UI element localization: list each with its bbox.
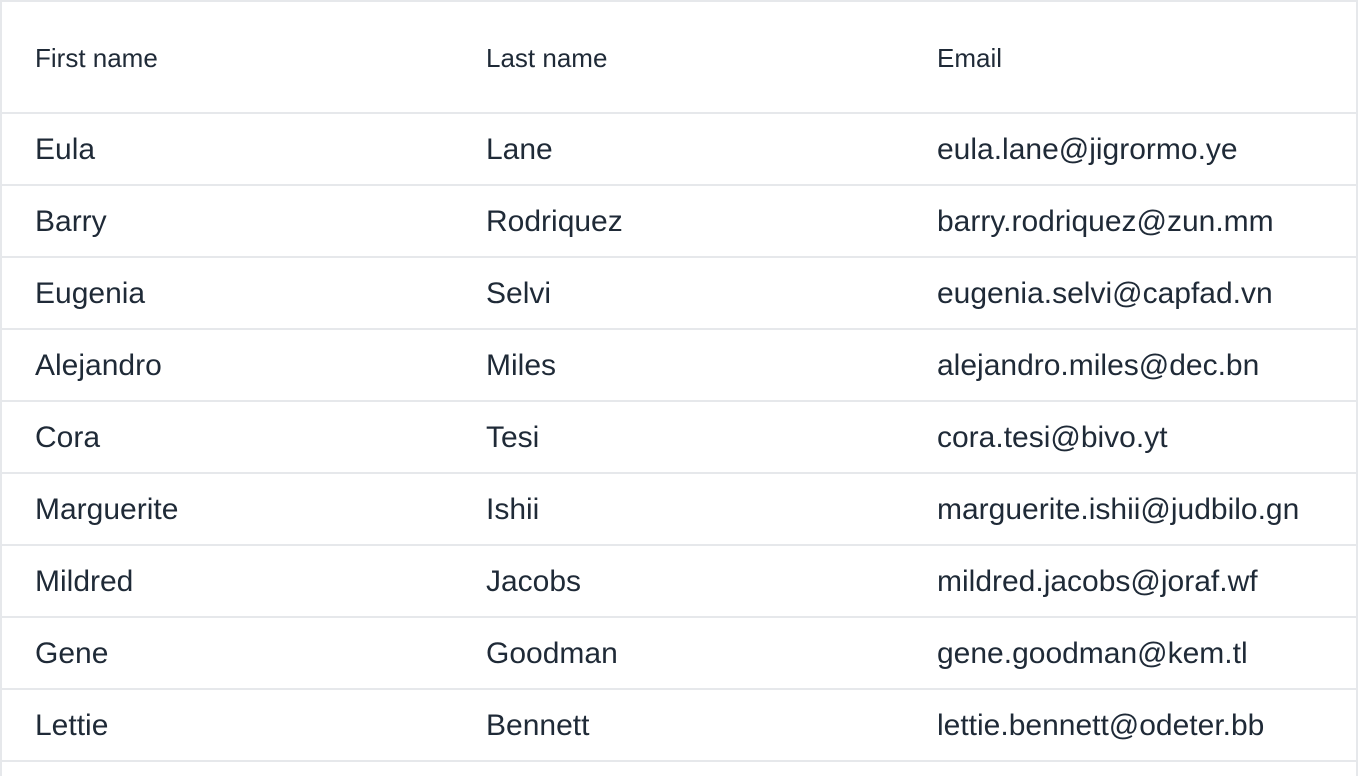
cell-email: lettie.bennett@odeter.bb — [937, 709, 1265, 742]
table-row[interactable]: Marguerite Ishii marguerite.ishii@judbil… — [2, 474, 1356, 546]
cell-first-name: Lettie — [35, 709, 109, 742]
cell-first-name: Cora — [35, 421, 101, 454]
cell-email: mildred.jacobs@joraf.wf — [937, 565, 1258, 598]
data-grid: First name Last name Email Eula Lane eul… — [0, 0, 1358, 776]
column-header-first-name[interactable]: First name — [2, 2, 453, 112]
cell-first-name: Mildred — [35, 565, 134, 598]
cell-last-name: Lane — [486, 133, 553, 166]
column-header-email[interactable]: Email — [904, 2, 1356, 112]
cell-email: gene.goodman@kem.tl — [937, 637, 1248, 670]
table-row[interactable]: Cora Tesi cora.tesi@bivo.yt — [2, 402, 1356, 474]
cell-last-name: Goodman — [486, 637, 618, 670]
cell-first-name: Eula — [35, 133, 96, 166]
cell-first-name: Gene — [35, 637, 109, 670]
table-row[interactable]: Lettie Bennett lettie.bennett@odeter.bb — [2, 690, 1356, 762]
table-row[interactable]: Mildred Jacobs mildred.jacobs@joraf.wf — [2, 546, 1356, 618]
cell-last-name: Tesi — [486, 421, 540, 454]
cell-last-name: Bennett — [486, 709, 590, 742]
cell-last-name: Selvi — [486, 277, 552, 310]
cell-last-name: Jacobs — [486, 565, 582, 598]
cell-email: eula.lane@jigrormo.ye — [937, 133, 1238, 166]
table-row[interactable]: Alejandro Miles alejandro.miles@dec.bn — [2, 330, 1356, 402]
cell-first-name: Marguerite — [35, 493, 179, 526]
cell-last-name: Ishii — [486, 493, 540, 526]
cell-email: cora.tesi@bivo.yt — [937, 421, 1168, 454]
cell-last-name: Rodriquez — [486, 205, 623, 238]
cell-email: barry.rodriquez@zun.mm — [937, 205, 1274, 238]
cell-first-name: Barry — [35, 205, 107, 238]
cell-first-name: Eugenia — [35, 277, 146, 310]
table-row[interactable]: Barry Rodriquez barry.rodriquez@zun.mm — [2, 186, 1356, 258]
table-row[interactable]: Gene Goodman gene.goodman@kem.tl — [2, 618, 1356, 690]
table-row[interactable]: Eugenia Selvi eugenia.selvi@capfad.vn — [2, 258, 1356, 330]
cell-last-name: Miles — [486, 349, 557, 382]
column-header-last-name[interactable]: Last name — [453, 2, 904, 112]
table-row[interactable]: Eula Lane eula.lane@jigrormo.ye — [2, 114, 1356, 186]
cell-email: marguerite.ishii@judbilo.gn — [937, 493, 1300, 526]
grid-header-row: First name Last name Email — [2, 2, 1356, 114]
cell-email: alejandro.miles@dec.bn — [937, 349, 1260, 382]
cell-email: eugenia.selvi@capfad.vn — [937, 277, 1273, 310]
cell-first-name: Alejandro — [35, 349, 162, 382]
